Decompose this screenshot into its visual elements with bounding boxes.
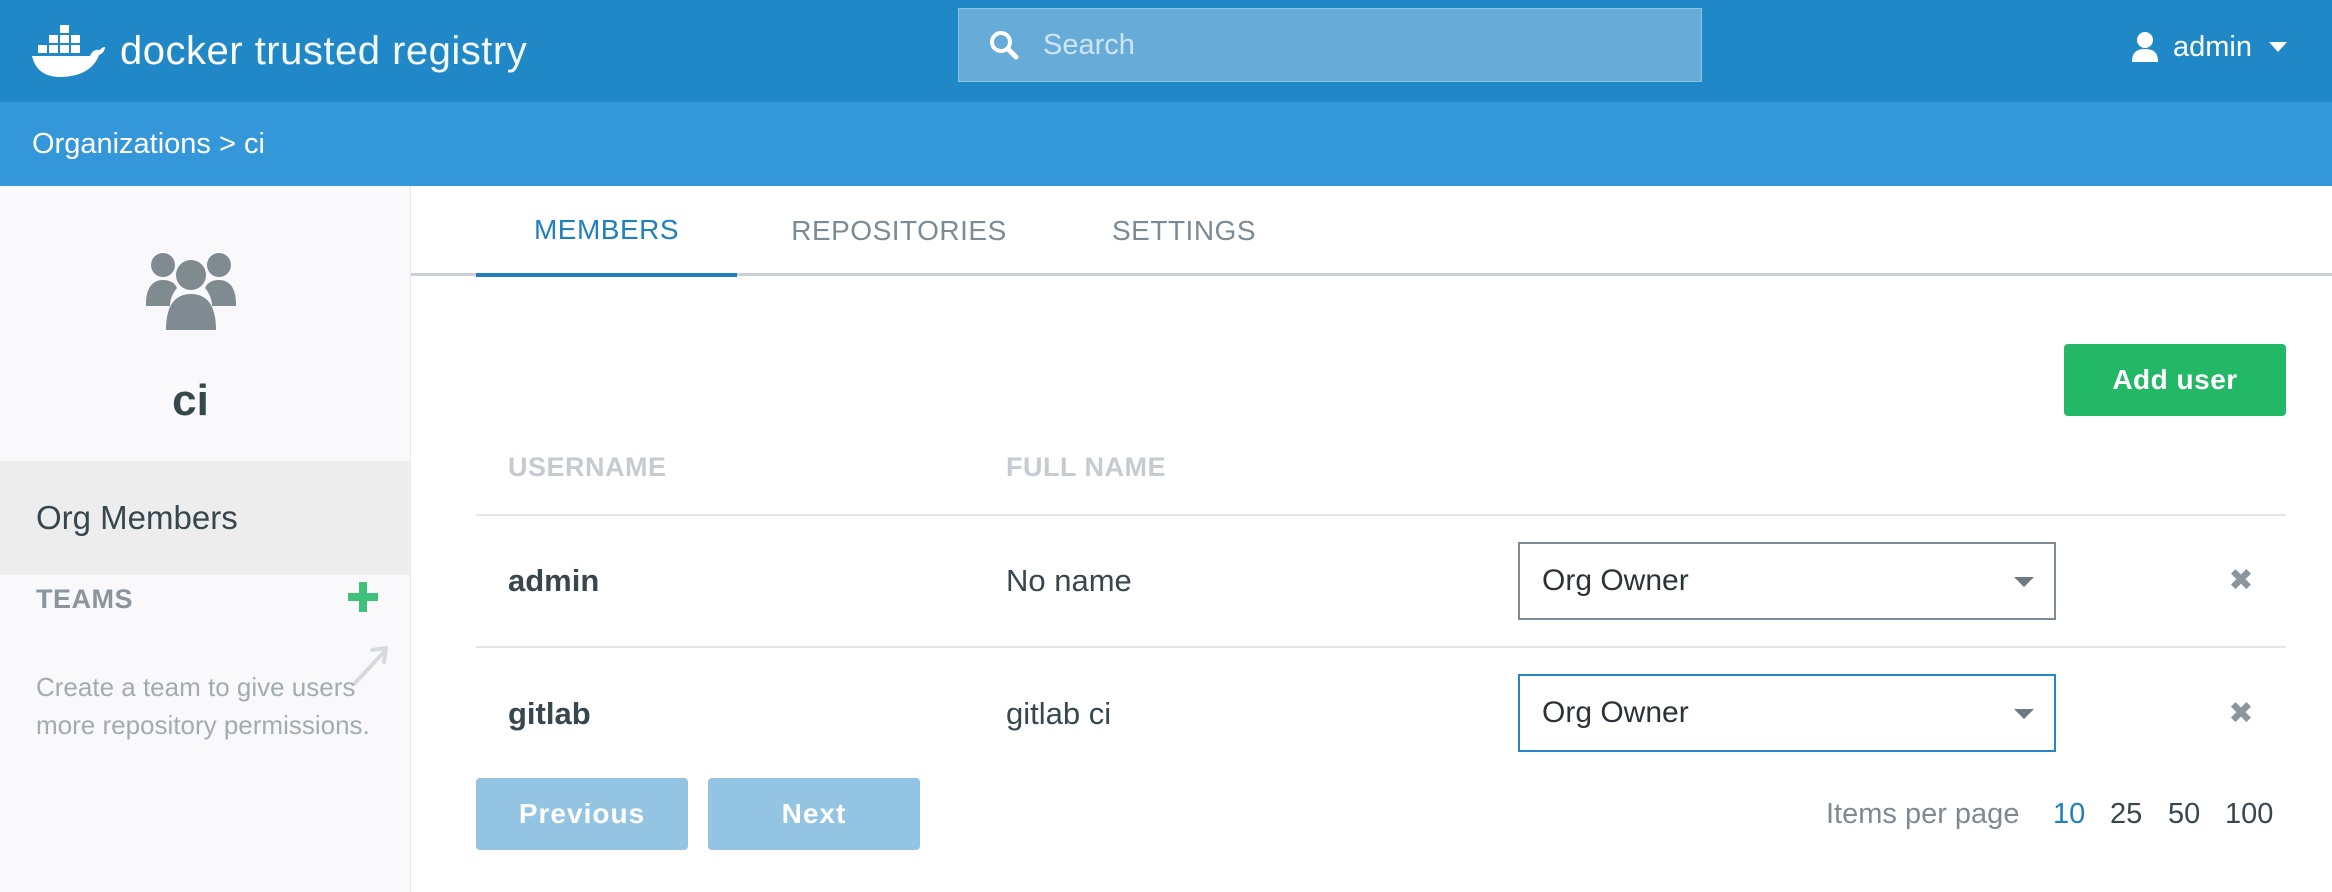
search-icon <box>990 31 1019 60</box>
tab-members[interactable]: MEMBERS <box>476 186 737 277</box>
role-select[interactable]: Org Owner <box>1518 542 2056 620</box>
add-user-button[interactable]: Add user <box>2064 344 2286 416</box>
username-label: admin <box>2173 30 2252 63</box>
org-sidebar: ci Org Members TEAMS Create a team to gi… <box>0 186 411 892</box>
sidebar-item-org-members[interactable]: Org Members <box>0 461 410 575</box>
logo-wordmark-light: trusted registry <box>254 28 528 73</box>
per-page-option-25[interactable]: 25 <box>2110 798 2142 831</box>
table-row-full-name: gitlab ci <box>1006 696 1112 731</box>
per-page-option-100[interactable]: 100 <box>2225 798 2273 831</box>
column-header-username[interactable]: USERNAME <box>508 452 667 483</box>
org-tabs: MEMBERS REPOSITORIES SETTINGS <box>411 186 2332 277</box>
user-icon <box>2132 32 2158 62</box>
docker-logo[interactable]: docker trusted registry <box>30 16 527 86</box>
tab-settings[interactable]: SETTINGS <box>1061 186 1307 276</box>
tab-repositories[interactable]: REPOSITORIES <box>771 186 1027 276</box>
caret-down-icon <box>2014 709 2034 719</box>
teams-empty-hint: Create a team to give users more reposit… <box>36 672 370 740</box>
per-page-option-10[interactable]: 10 <box>2053 798 2085 831</box>
org-name: ci <box>172 376 209 425</box>
table-row-username: admin <box>508 563 600 598</box>
teams-heading: TEAMS <box>36 584 133 614</box>
sidebar-item-label: Org Members <box>36 499 238 536</box>
docker-whale-icon <box>32 25 105 77</box>
caret-down-icon <box>2014 577 2034 587</box>
user-menu[interactable]: admin <box>2131 24 2288 70</box>
users-group-icon <box>146 253 236 330</box>
table-divider <box>476 646 2286 648</box>
table-row-username: gitlab <box>508 696 591 731</box>
column-header-full-name[interactable]: FULL NAME <box>1006 452 1166 483</box>
role-select-value: Org Owner <box>1542 564 1689 597</box>
breadcrumb: Organizations > ci <box>0 102 2332 186</box>
breadcrumb-text[interactable]: Organizations > ci <box>32 128 265 161</box>
search-input[interactable] <box>1043 28 1643 62</box>
logo-wordmark: docker trusted registry <box>120 29 527 74</box>
role-select-value: Org Owner <box>1542 696 1689 729</box>
per-page-option-50[interactable]: 50 <box>2168 798 2200 831</box>
remove-member-icon[interactable]: ✖ <box>2228 566 2254 596</box>
items-per-page-label: Items per page <box>1826 798 2020 830</box>
plus-icon[interactable] <box>346 580 380 614</box>
previous-page-button[interactable]: Previous <box>476 778 688 850</box>
logo-wordmark-bold: docker <box>120 28 244 73</box>
top-navbar: docker trusted registry admin <box>0 0 2332 102</box>
chevron-down-icon <box>2269 42 2287 52</box>
next-page-button[interactable]: Next <box>708 778 920 850</box>
table-row-full-name: No name <box>1006 563 1132 598</box>
role-select[interactable]: Org Owner <box>1518 674 2056 752</box>
remove-member-icon[interactable]: ✖ <box>2228 699 2254 729</box>
table-divider <box>476 514 2286 516</box>
search-box[interactable] <box>958 8 1702 82</box>
